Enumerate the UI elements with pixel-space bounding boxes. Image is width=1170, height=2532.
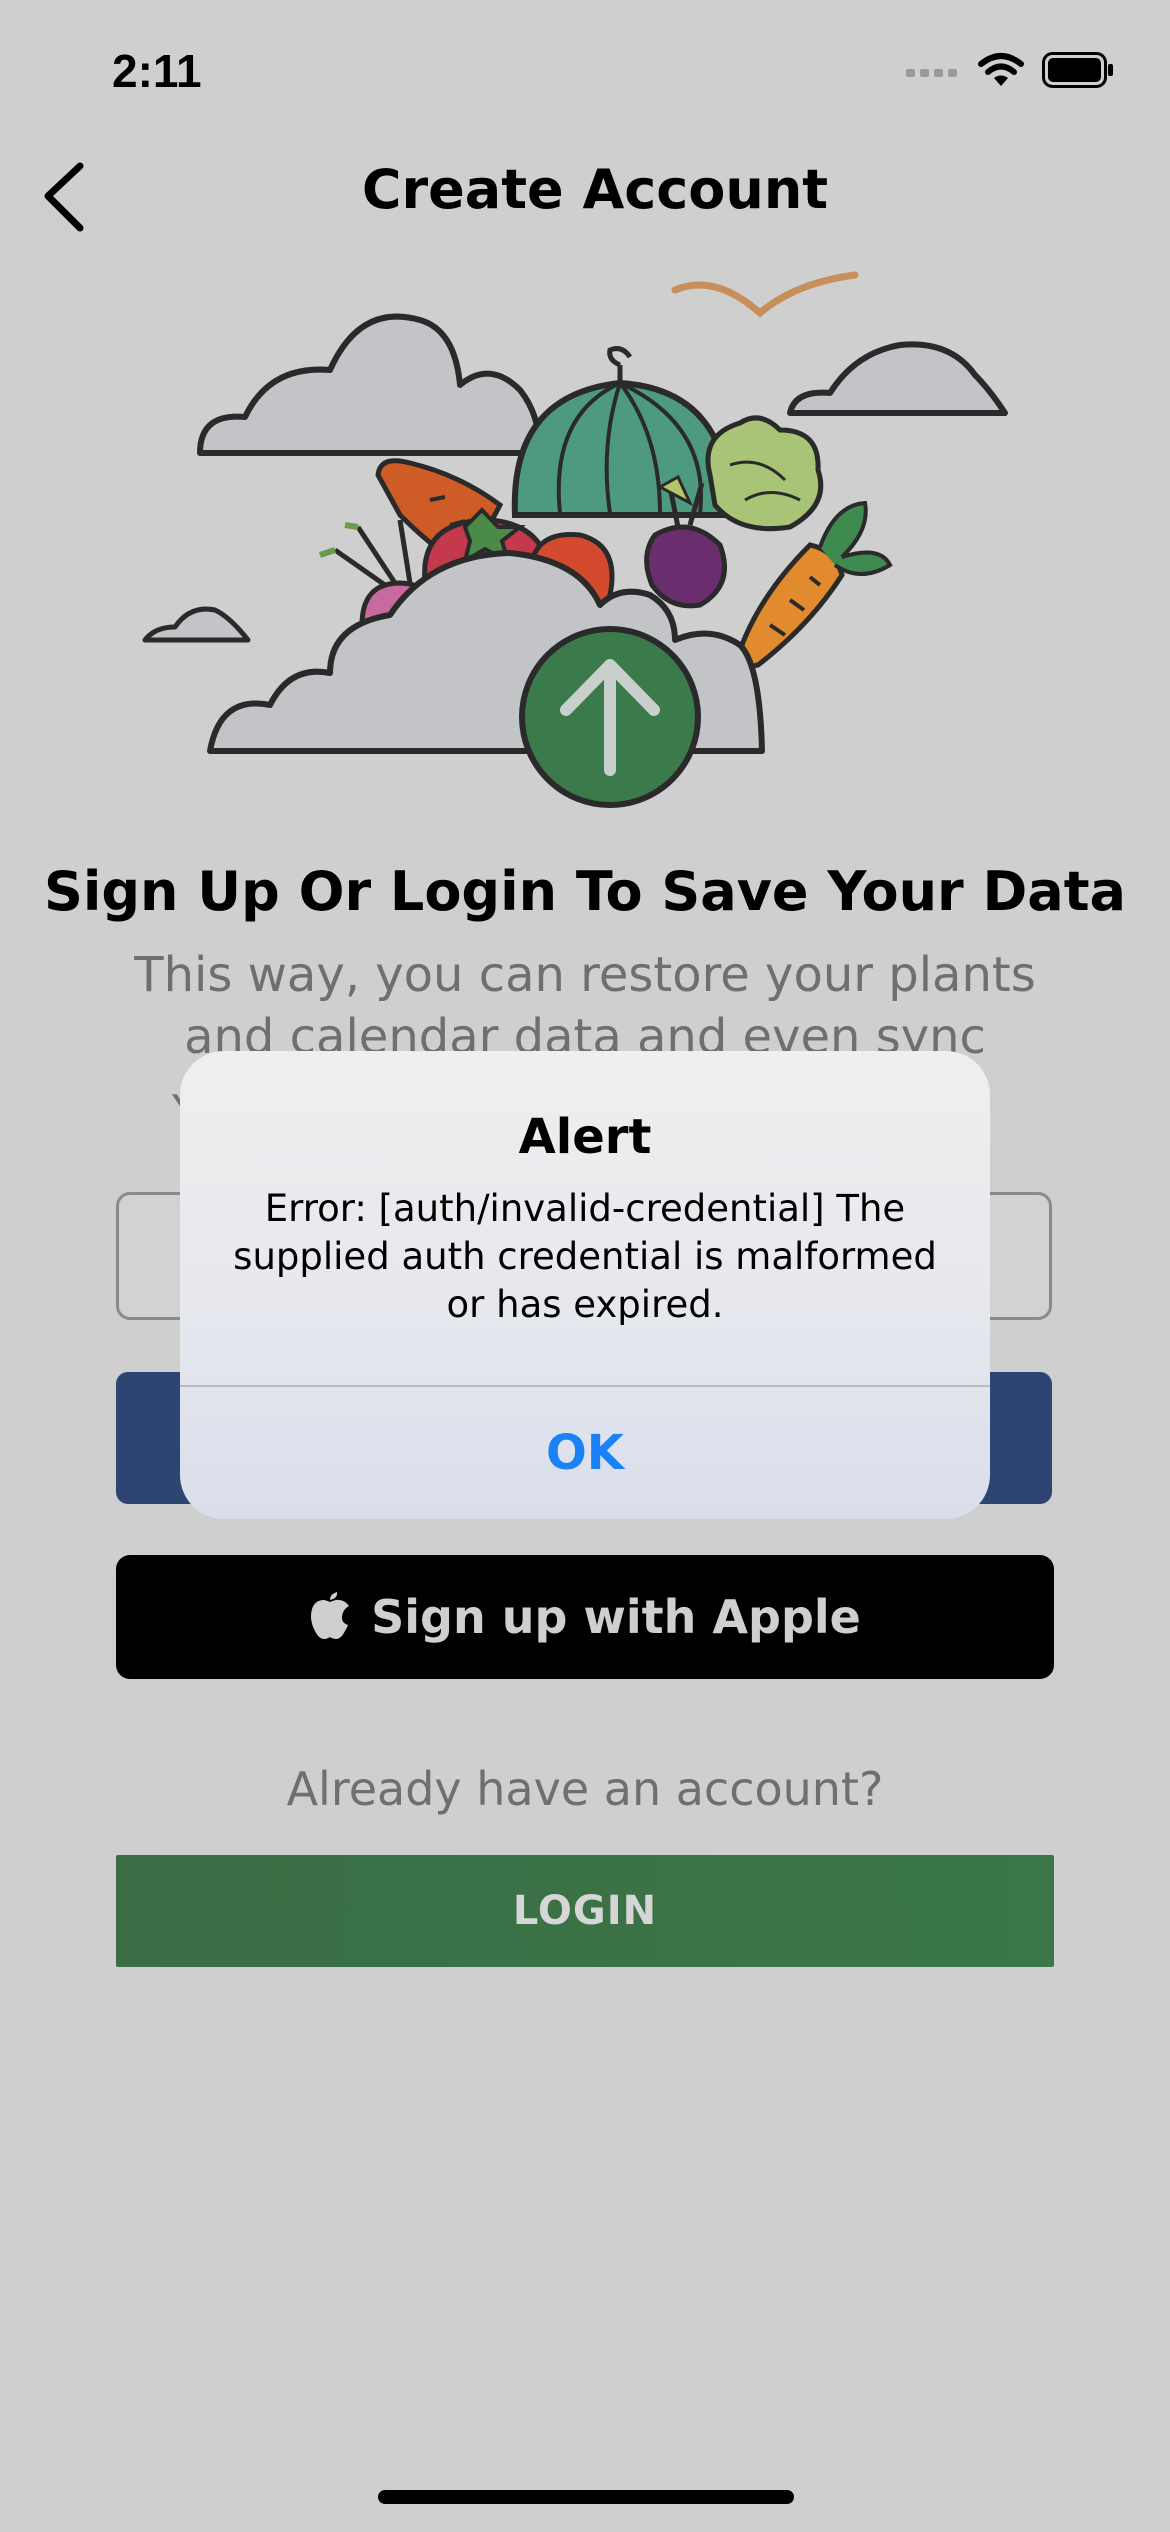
page-title: Create Account — [361, 158, 829, 221]
alert-dialog: Alert Error: [auth/invalid-credential] T… — [180, 1051, 990, 1519]
status-time: 2:11 — [112, 45, 202, 97]
login-button-label: LOGIN — [512, 1888, 658, 1934]
already-have-account-text: Already have an account? — [286, 1762, 884, 1816]
alert-message: Error: [auth/invalid-credential] The sup… — [233, 1187, 937, 1326]
alert-ok-button[interactable]: OK — [180, 1387, 990, 1519]
status-icons — [906, 52, 1114, 88]
alert-title: Alert — [518, 1109, 652, 1165]
apple-signup-button[interactable]: Sign up with Apple — [116, 1555, 1054, 1679]
wifi-icon — [978, 53, 1024, 86]
vegetables-upload-illustration — [130, 265, 1030, 825]
login-button[interactable]: LOGIN — [116, 1855, 1054, 1967]
apple-button-label: Sign up with Apple — [371, 1590, 861, 1644]
cellular-signal-icon — [906, 69, 957, 77]
home-indicator[interactable] — [378, 2490, 794, 2504]
headline: Sign Up Or Login To Save Your Data — [43, 860, 1126, 923]
apple-icon — [311, 1592, 350, 1639]
battery-icon — [1042, 52, 1113, 88]
